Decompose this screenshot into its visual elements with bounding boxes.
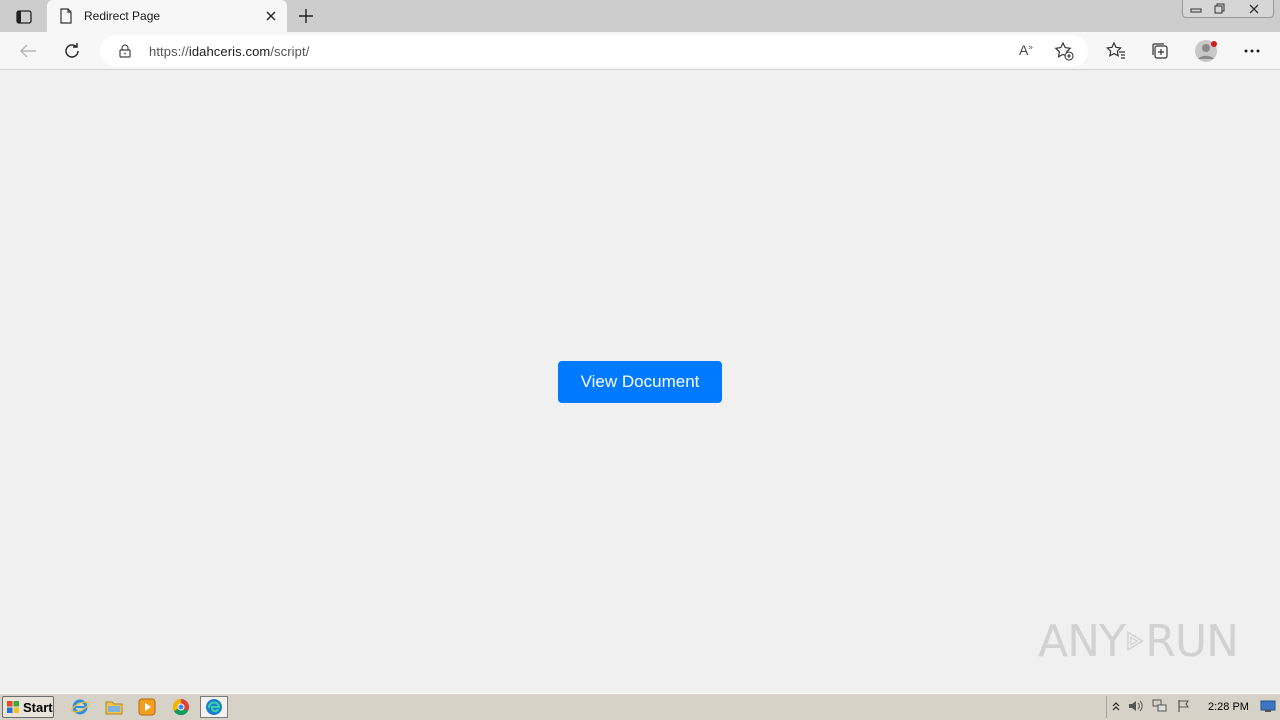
watermark-left-text: ANY [1038, 615, 1126, 667]
arrow-left-icon [20, 44, 36, 58]
add-favorite-icon[interactable] [1054, 41, 1074, 61]
play-logo-icon [1127, 630, 1144, 652]
taskbar-ie[interactable] [66, 696, 94, 718]
favorites-icon [1106, 42, 1125, 59]
address-bar[interactable]: https://idahceris.com/script/ A» [100, 35, 1088, 67]
new-tab-button[interactable] [296, 6, 316, 26]
media-player-icon [138, 698, 156, 716]
minimize-button[interactable] [1184, 0, 1208, 18]
taskbar-edge[interactable] [200, 696, 228, 718]
minimize-icon [1190, 8, 1202, 13]
start-label: Start [23, 699, 53, 715]
back-button[interactable] [16, 39, 40, 63]
speaker-icon [1129, 700, 1143, 712]
taskbar-clock[interactable]: 2:28 PM [1208, 701, 1249, 713]
start-button[interactable]: Start [2, 696, 54, 718]
refresh-icon [65, 43, 79, 58]
restore-icon [1214, 3, 1225, 14]
windows-logo-icon [7, 701, 19, 713]
read-aloud-button[interactable]: A» [1019, 42, 1039, 60]
browser-toolbar: https://idahceris.com/script/ A» [0, 32, 1280, 70]
taskbar: Start 2:28 PM [0, 693, 1280, 720]
read-aloud-icon: A [1019, 42, 1029, 58]
url-path: /script/ [270, 44, 310, 59]
close-window-button[interactable] [1242, 0, 1266, 18]
page-content: View Document ANY RUN [0, 71, 1280, 693]
url-prefix: https:// [149, 44, 189, 59]
ellipsis-icon [1244, 49, 1260, 53]
taskbar-explorer[interactable] [100, 696, 128, 718]
edge-icon [206, 699, 222, 715]
flag-icon [1178, 700, 1190, 712]
page-icon [60, 8, 72, 24]
tray-expand-button[interactable] [1108, 699, 1124, 713]
lock-icon [119, 44, 131, 58]
anyrun-watermark: ANY RUN [1038, 609, 1239, 673]
chevron-up-icon [1112, 702, 1120, 711]
restore-button[interactable] [1208, 0, 1232, 18]
more-menu-button[interactable] [1240, 39, 1264, 63]
close-icon [1249, 4, 1259, 14]
show-desktop-button[interactable] [1260, 699, 1276, 713]
tab-actions-icon [16, 10, 32, 24]
tab-strip: Redirect Page [0, 0, 1280, 32]
desktop-icon [1260, 700, 1276, 712]
tab-actions-button[interactable] [8, 6, 40, 28]
tab-title: Redirect Page [84, 9, 161, 23]
chrome-icon [172, 698, 189, 716]
view-document-button[interactable]: View Document [558, 361, 722, 403]
plus-icon [299, 9, 313, 23]
close-icon [266, 11, 276, 21]
folder-icon [105, 701, 123, 715]
action-center-button[interactable] [1176, 699, 1192, 713]
profile-button[interactable] [1194, 39, 1218, 63]
refresh-button[interactable] [60, 39, 84, 63]
tab-close-button[interactable] [263, 8, 279, 24]
watermark-right-text: RUN [1145, 615, 1239, 667]
network-icon [1152, 699, 1167, 712]
collections-icon [1152, 43, 1168, 59]
url-text: https://idahceris.com/script/ [149, 44, 309, 59]
network-button[interactable] [1152, 699, 1168, 713]
tab-redirect-page[interactable]: Redirect Page [47, 0, 287, 32]
favorites-button[interactable] [1104, 39, 1128, 63]
taskbar-chrome[interactable] [167, 696, 195, 718]
avatar-icon [1195, 40, 1217, 62]
taskbar-media-player[interactable] [133, 696, 161, 718]
volume-button[interactable] [1128, 699, 1144, 713]
internet-explorer-icon [71, 699, 89, 715]
url-host: idahceris.com [188, 44, 271, 59]
collections-button[interactable] [1148, 39, 1172, 63]
